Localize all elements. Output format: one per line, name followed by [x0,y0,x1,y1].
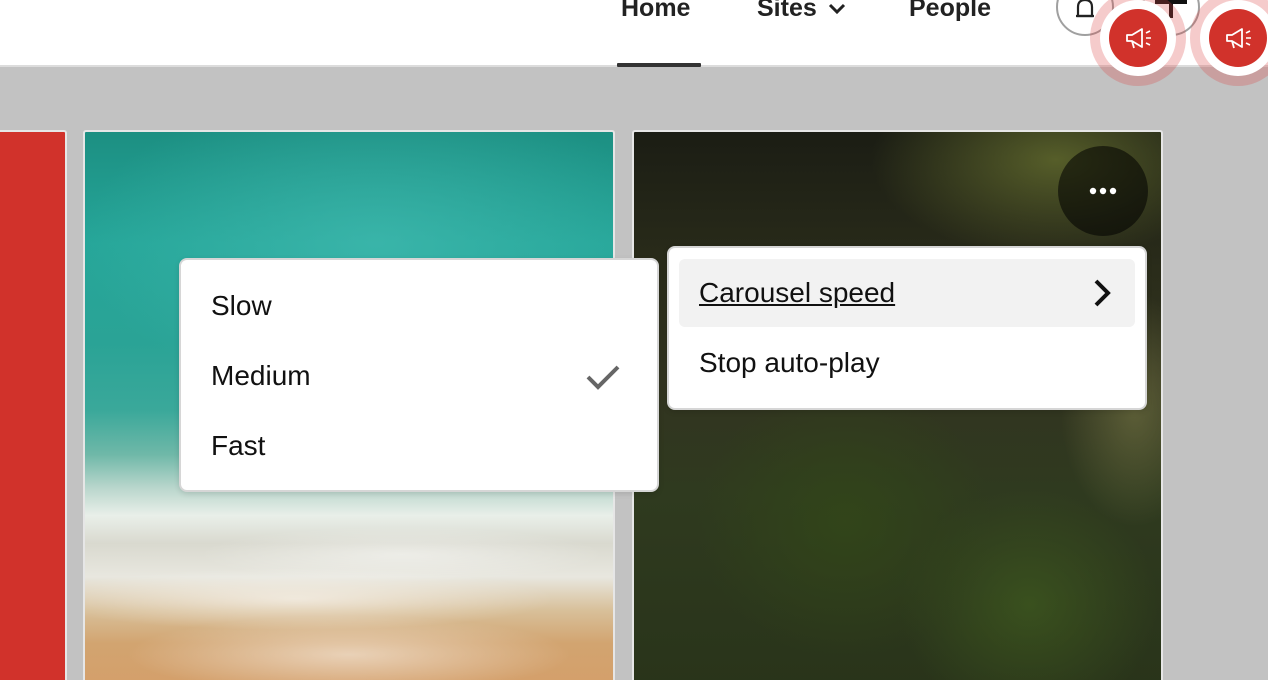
nav-item-home-label: Home [621,0,691,22]
announcement-core [1109,9,1167,67]
more-horizontal-icon [1089,187,1117,195]
menu-item-label: Carousel speed [699,277,896,308]
nav-item-sites[interactable]: Sites [757,0,847,28]
top-navigation-bar: Home Sites People [0,0,1268,67]
announcement-button[interactable] [1090,0,1186,86]
speed-option-slow[interactable]: Slow [191,272,647,340]
menu-item-label: Stop auto-play [699,347,880,378]
nav-item-people[interactable]: People [909,0,991,28]
carousel-card-previous[interactable] [0,130,67,680]
speed-option-medium[interactable]: Medium [191,342,647,410]
nav-item-home[interactable]: Home [621,0,690,28]
announcement-button-secondary[interactable] [1190,0,1268,86]
nav-item-people-label: People [909,0,991,22]
menu-item-carousel-speed[interactable]: Carousel speed [679,259,1135,327]
speed-option-label: Fast [211,430,266,461]
speed-option-fast[interactable]: Fast [191,412,647,480]
announcement-core [1209,9,1267,67]
chevron-right-icon [1094,279,1111,307]
menu-item-stop-auto-play[interactable]: Stop auto-play [679,329,1135,397]
carousel-options-menu: Carousel speed Stop auto-play [667,246,1147,410]
check-icon [586,365,620,390]
megaphone-icon [1126,28,1151,49]
carousel-more-button[interactable] [1058,146,1148,236]
chevron-down-icon [828,3,845,15]
active-tab-indicator [617,63,701,67]
speed-option-label: Slow [211,290,272,321]
megaphone-icon [1226,28,1251,49]
nav-item-sites-label: Sites [757,0,817,22]
speed-option-label: Medium [211,360,311,391]
announcement-ring [1200,0,1268,76]
carousel-speed-submenu: Slow Medium Fast [179,258,659,492]
announcement-ring [1100,0,1176,76]
